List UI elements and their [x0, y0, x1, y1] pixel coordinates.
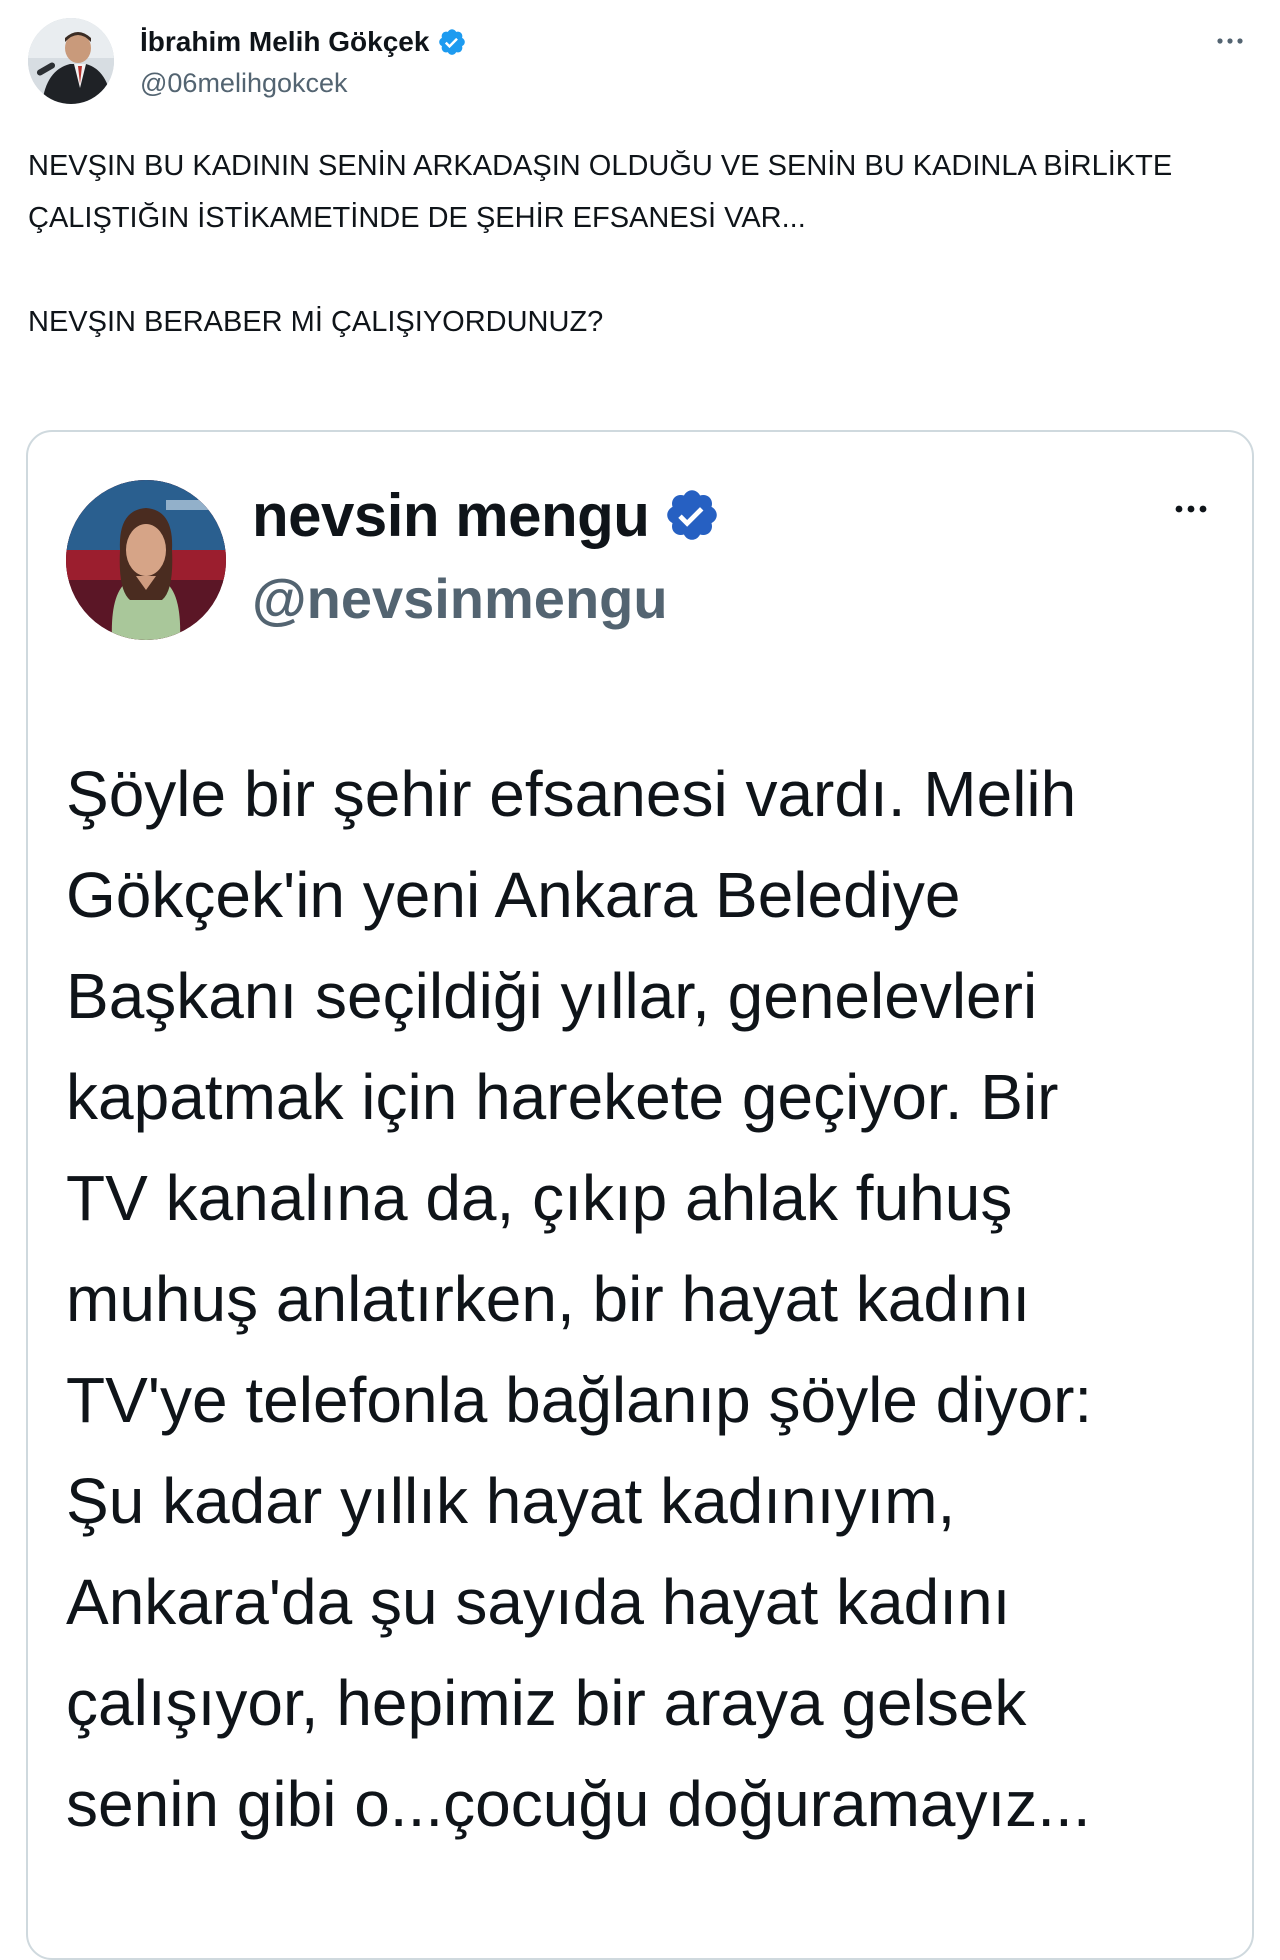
quoted-text-line: çalışıyor, hepimiz bir araya gelsek: [66, 1667, 1027, 1739]
quoted-text-line: Şöyle bir şehir efsanesi vardı. Melih: [66, 758, 1077, 830]
quoted-author-handle[interactable]: @nevsinmengu: [252, 566, 668, 631]
more-options-icon[interactable]: [1208, 26, 1252, 56]
tweet-text: NEVŞIN BU KADININ SENİN ARKADAŞIN OLDUĞU…: [28, 140, 1228, 348]
tweet-text-paragraph: NEVŞIN BU KADININ SENİN ARKADAŞIN OLDUĞU…: [28, 150, 1173, 234]
more-options-icon[interactable]: [1166, 494, 1216, 524]
tweet-text-paragraph: NEVŞIN BERABER Mİ ÇALIŞIYORDUNUZ?: [28, 306, 604, 338]
quoted-text-line: TV kanalına da, çıkıp ahlak fuhuş: [66, 1162, 1013, 1234]
quoted-text-line: senin gibi o...çocuğu doğuramayız...: [66, 1768, 1091, 1840]
quoted-tweet-card[interactable]: nevsin mengu @nevsinmengu Şöyle bir şehi…: [26, 430, 1254, 1960]
quoted-text-line: kapatmak için harekete geçiyor. Bir: [66, 1061, 1059, 1133]
quoted-author-name[interactable]: nevsin mengu: [252, 481, 650, 550]
avatar[interactable]: [28, 18, 114, 104]
quoted-avatar-image: [66, 480, 226, 640]
verified-badge-icon[interactable]: [663, 486, 721, 544]
author-name[interactable]: İbrahim Melih Gökçek: [140, 26, 429, 58]
verified-badge-icon[interactable]: [437, 27, 467, 57]
quoted-tweet-text: Şöyle bir şehir efsanesi vardı. Melih Gö…: [66, 744, 1236, 1855]
quoted-text-line: Şu kadar yıllık hayat kadınıyım,: [66, 1465, 956, 1537]
quoted-author-name-row: nevsin mengu: [252, 478, 721, 552]
author-handle[interactable]: @06melihgokcek: [140, 68, 348, 99]
quoted-text-line: TV'ye telefonla bağlanıp şöyle diyor:: [66, 1364, 1093, 1436]
quoted-text-line: Ankara'da şu sayıda hayat kadını: [66, 1566, 1011, 1638]
tweet-header: İbrahim Melih Gökçek @06melihgokcek: [28, 18, 1252, 108]
quoted-text-line: Gökçek'in yeni Ankara Belediye: [66, 859, 961, 931]
quoted-avatar[interactable]: [66, 480, 226, 640]
author-name-row: İbrahim Melih Gökçek: [140, 22, 467, 62]
avatar-image: [28, 18, 114, 104]
quoted-text-line: Başkanı seçildiği yıllar, genelevleri: [66, 960, 1038, 1032]
quoted-text-line: muhuş anlatırken, bir hayat kadını: [66, 1263, 1031, 1335]
